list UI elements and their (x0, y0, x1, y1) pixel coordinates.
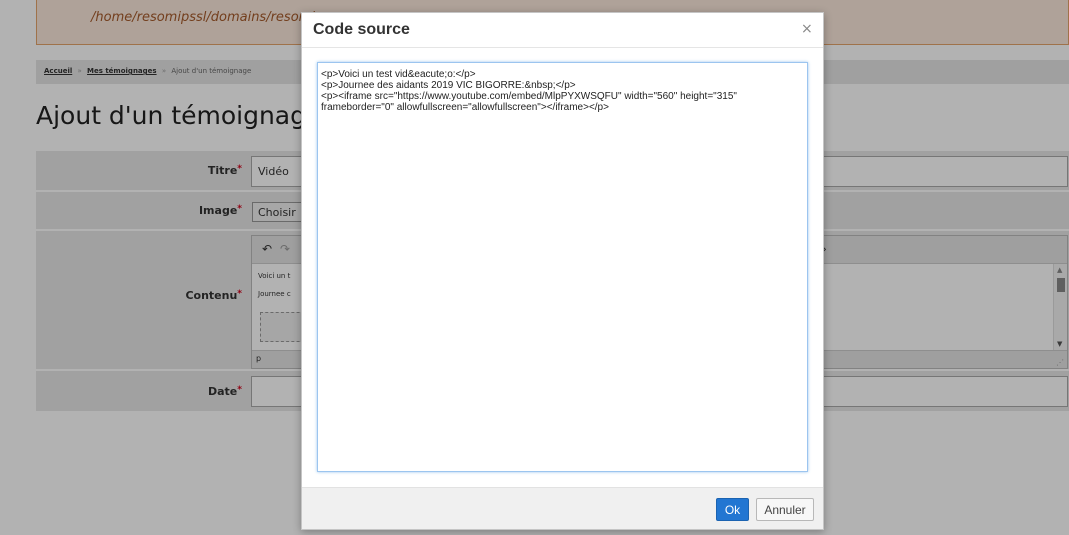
dialog-header: Code source × (302, 13, 823, 48)
close-icon[interactable]: × (801, 21, 813, 37)
cancel-button[interactable]: Annuler (756, 498, 814, 521)
source-code-textarea[interactable]: <p>Voici un test vid&eacute;o:</p> <p>Jo… (317, 62, 808, 472)
dialog-footer: Ok Annuler (302, 487, 823, 529)
dialog-title: Code source (313, 21, 410, 38)
code-source-dialog: Code source × <p>Voici un test vid&eacut… (301, 12, 824, 530)
ok-button[interactable]: Ok (716, 498, 749, 521)
